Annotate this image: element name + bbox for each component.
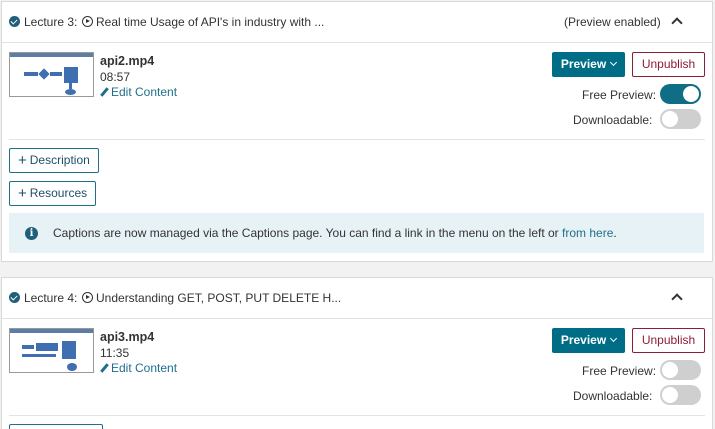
info-icon: i xyxy=(25,227,38,240)
add-description-button[interactable] xyxy=(9,424,103,429)
edit-content-label: Edit Content xyxy=(111,361,178,375)
thumbnail-shape xyxy=(22,354,56,357)
free-preview-label: Free Preview: xyxy=(582,364,657,378)
thumbnail-shape xyxy=(65,89,76,95)
check-circle-icon xyxy=(9,16,20,27)
free-preview-label: Free Preview: xyxy=(582,88,657,102)
unpublish-button[interactable]: Unpublish xyxy=(632,328,705,353)
add-resources-button[interactable]: + Resources xyxy=(9,181,97,206)
lecture-card: Lecture 3: Real time Usage of API's in i… xyxy=(1,1,713,262)
free-preview-toggle[interactable] xyxy=(660,360,701,380)
thumbnail-shape xyxy=(50,72,62,76)
plus-icon: + xyxy=(18,152,27,169)
divider xyxy=(9,415,705,416)
play-circle-icon xyxy=(82,16,93,27)
pencil-icon xyxy=(100,87,109,97)
lecture-title: Real time Usage of API's in industry wit… xyxy=(96,15,325,29)
divider xyxy=(9,139,705,140)
media-row: api2.mp4 08:57 Edit Content Preview Unpu… xyxy=(2,43,712,139)
downloadable-toggle[interactable] xyxy=(660,109,701,129)
chevron-up-icon[interactable] xyxy=(671,17,683,29)
thumbnail-shape xyxy=(36,343,58,351)
toggle-knob xyxy=(683,86,699,102)
captions-link[interactable]: from here xyxy=(562,226,613,240)
add-description-button[interactable]: + Description xyxy=(9,148,99,173)
play-circle-icon xyxy=(82,292,93,303)
preview-button[interactable]: Preview xyxy=(552,328,625,353)
file-name: api3.mp4 xyxy=(100,330,155,344)
thumbnail-shape xyxy=(38,68,50,80)
preview-status: (Preview enabled) xyxy=(564,15,661,29)
preview-button[interactable]: Preview xyxy=(552,52,625,77)
description-label: Description xyxy=(29,153,90,167)
info-message: Captions are now managed via the Caption… xyxy=(53,226,563,240)
check-circle-icon xyxy=(9,292,20,303)
thumbnail-shape xyxy=(67,363,77,371)
lecture-header[interactable]: Lecture 3: Real time Usage of API's in i… xyxy=(2,2,712,43)
lecture-number: Lecture 3: xyxy=(24,15,78,29)
toggle-knob xyxy=(662,387,678,403)
unpublish-button[interactable]: Unpublish xyxy=(632,52,705,77)
thumbnail-shape xyxy=(22,345,34,349)
downloadable-toggle[interactable] xyxy=(660,385,701,405)
media-row: api3.mp4 11:35 Edit Content Preview Unpu… xyxy=(2,319,712,415)
file-duration: 08:57 xyxy=(100,70,131,84)
pencil-icon xyxy=(100,363,109,373)
downloadable-label: Downloadable: xyxy=(573,389,653,403)
caret-down-icon xyxy=(610,334,618,343)
lecture-header[interactable]: Lecture 4: Understanding GET, POST, PUT … xyxy=(2,278,712,319)
resources-label: Resources xyxy=(29,186,88,200)
file-name: api2.mp4 xyxy=(100,54,155,68)
caret-down-icon xyxy=(610,58,618,67)
video-thumbnail[interactable] xyxy=(9,52,94,97)
lecture-card: Lecture 4: Understanding GET, POST, PUT … xyxy=(1,277,713,429)
thumbnail-shape xyxy=(62,341,76,359)
preview-label: Preview xyxy=(560,333,607,347)
toggle-knob xyxy=(662,111,678,127)
preview-label: Preview xyxy=(560,57,607,71)
edit-content-link[interactable]: Edit Content xyxy=(100,361,177,375)
lecture-title: Understanding GET, POST, PUT DELETE H... xyxy=(96,291,342,305)
video-thumbnail[interactable] xyxy=(9,328,94,373)
free-preview-toggle[interactable] xyxy=(660,84,701,104)
thumbnail-bar xyxy=(10,53,93,57)
info-end: . xyxy=(613,226,617,240)
captions-info-text: Captions are now managed via the Caption… xyxy=(53,226,617,240)
edit-content-label: Edit Content xyxy=(111,85,178,99)
plus-icon: + xyxy=(18,185,27,202)
file-duration: 11:35 xyxy=(100,346,130,360)
thumbnail-bar xyxy=(10,329,93,333)
captions-info-banner: i Captions are now managed via the Capti… xyxy=(9,213,704,253)
thumbnail-shape xyxy=(64,67,78,83)
downloadable-label: Downloadable: xyxy=(573,113,653,127)
chevron-up-icon[interactable] xyxy=(671,293,683,305)
toggle-knob xyxy=(662,362,678,378)
edit-content-link[interactable]: Edit Content xyxy=(100,85,177,99)
thumbnail-shape xyxy=(24,72,38,76)
lecture-number: Lecture 4: xyxy=(24,291,78,305)
